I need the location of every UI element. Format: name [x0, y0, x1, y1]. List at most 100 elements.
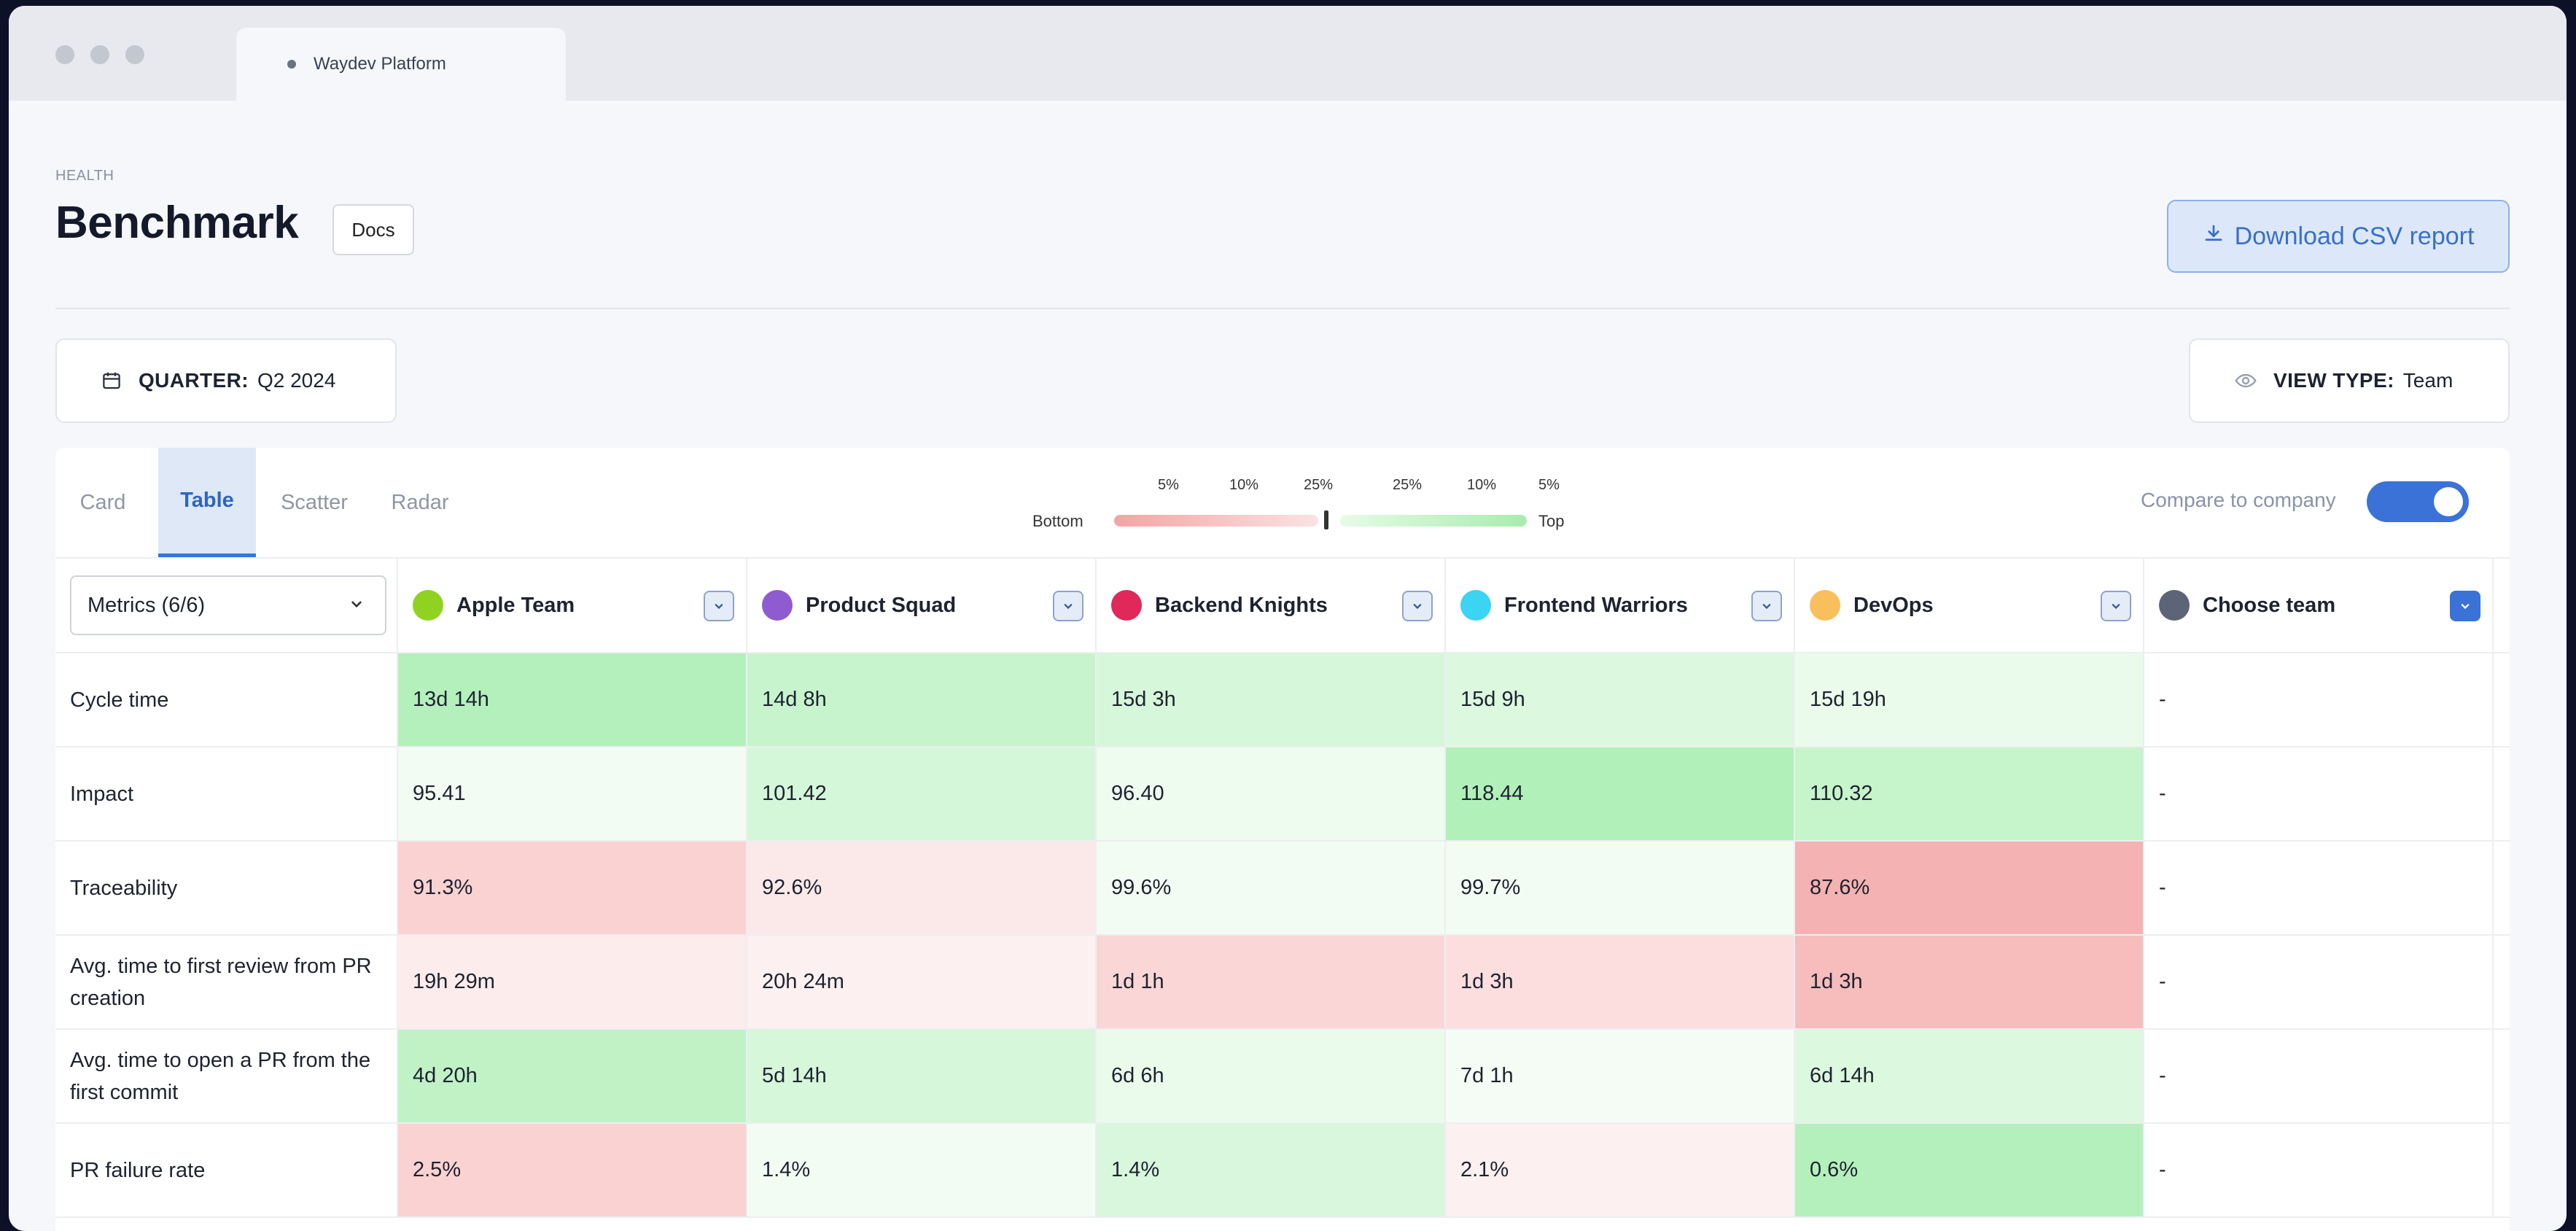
metric-value-cell: 0.6% [1795, 1124, 2144, 1216]
tab-scatter[interactable]: Scatter [267, 448, 362, 557]
metric-value: 87.6% [1810, 876, 1870, 899]
team-select-dropdown-button[interactable] [2450, 591, 2480, 621]
metric-value-cell: 96.40 [1097, 747, 1446, 840]
metric-value: 2.1% [1460, 1158, 1509, 1181]
chevron-down-icon [2461, 604, 2470, 610]
metric-name-cell: Traceability [55, 842, 398, 934]
legend-top-5: 5% [1538, 477, 1560, 493]
metric-value: - [2159, 876, 2166, 899]
team-name: Frontend Warriors [1504, 593, 1688, 617]
team-select-dropdown-button[interactable] [1751, 591, 1782, 621]
quarter-filter[interactable]: QUARTER: Q2 2024 [55, 338, 397, 423]
view-type-filter[interactable]: VIEW TYPE: Team [2189, 338, 2510, 423]
metric-label: Cycle time [70, 688, 169, 712]
window-control-minimize[interactable] [90, 45, 109, 64]
metric-value-cell: 13d 14h [398, 653, 747, 746]
compare-to-company-label: Compare to company [2141, 489, 2336, 511]
metric-value-cell: 118.44 [1446, 747, 1795, 840]
metric-value: 99.6% [1111, 876, 1172, 899]
team-header-frontend-warriors: Frontend Warriors [1446, 559, 1795, 652]
metric-value: 118.44 [1460, 782, 1524, 805]
metric-value: 19h 29m [413, 970, 495, 993]
tab-status-dot [287, 60, 296, 69]
metric-name-cell: Avg. time to open a PR from the first co… [55, 1030, 398, 1122]
header-divider [55, 308, 2510, 309]
metric-value: - [2159, 1158, 2166, 1181]
metrics-select-value: Metrics (6/6) [87, 593, 206, 617]
metric-value-cell: 1d 1h [1097, 936, 1446, 1028]
legend-bottom-25: 25% [1304, 477, 1334, 493]
team-select-dropdown-button[interactable] [2101, 591, 2131, 621]
team-color-dot [413, 590, 443, 621]
metric-value-cell: 99.6% [1097, 842, 1446, 934]
metric-value-cell: 99.7% [1446, 842, 1795, 934]
view-tabs-bar: Card Table Scatter Radar 5% 10% 25% 25% … [55, 448, 2510, 557]
quarter-label: QUARTER: [139, 369, 249, 392]
metric-value: - [2159, 1064, 2166, 1087]
team-name: DevOps [1853, 593, 1934, 617]
chevron-down-icon [1413, 604, 1422, 610]
team-header-choose-team: Choose team [2144, 559, 2494, 652]
metric-value: - [2159, 782, 2166, 805]
window-control-close[interactable] [55, 45, 74, 64]
metric-value-cell: 2.1% [1446, 1124, 1795, 1216]
metric-value-cell: 101.42 [747, 747, 1097, 840]
team-header-devops: DevOps [1795, 559, 2144, 652]
metric-value: 15d 19h [1810, 688, 1886, 711]
metric-value: 15d 9h [1460, 688, 1525, 711]
metric-value: 110.32 [1810, 782, 1873, 805]
metric-value: 5d 14h [762, 1064, 827, 1087]
metric-value: 91.3% [413, 876, 473, 899]
metric-value: 92.6% [762, 876, 822, 899]
team-name: Choose team [2203, 593, 2336, 617]
team-color-dot [1810, 590, 1840, 621]
tab-card[interactable]: Card [55, 448, 150, 557]
window-control-maximize[interactable] [125, 45, 144, 64]
tab-table[interactable]: Table [158, 448, 256, 557]
team-color-dot [2159, 590, 2190, 621]
table-row: Impact 95.41 101.42 96.40 118.44 110.32 - [55, 747, 2510, 842]
metric-value: 20h 24m [762, 970, 844, 993]
metric-value-cell: 87.6% [1795, 842, 2144, 934]
percentile-legend: 5% 10% 25% 25% 10% 5% Bottom Top [1032, 477, 1630, 535]
metric-value-cell: 92.6% [747, 842, 1097, 934]
toggle-knob [2434, 487, 2463, 516]
metrics-header-cell: Metrics (6/6) [55, 559, 398, 652]
tab-radar[interactable]: Radar [376, 448, 464, 557]
team-name: Backend Knights [1155, 593, 1328, 617]
team-select-dropdown-button[interactable] [1402, 591, 1433, 621]
metric-value: 95.41 [413, 782, 466, 805]
team-select-dropdown-button[interactable] [704, 591, 734, 621]
team-header-backend-knights: Backend Knights [1097, 559, 1446, 652]
view-type-label: VIEW TYPE: [2273, 369, 2394, 392]
metric-label: Avg. time to first review from PR creati… [70, 954, 372, 1010]
compare-to-company-toggle[interactable] [2367, 481, 2469, 522]
metrics-select[interactable]: Metrics (6/6) [70, 575, 386, 635]
browser-titlebar: Waydev Platform [9, 6, 2567, 101]
metric-value: 1d 3h [1460, 970, 1514, 993]
table-row: PR failure rate 2.5% 1.4% 1.4% 2.1% 0.6% - [55, 1124, 2510, 1218]
team-select-dropdown-button[interactable] [1053, 591, 1083, 621]
team-header-apple-team: Apple Team [398, 559, 747, 652]
chevron-down-icon [1064, 604, 1073, 610]
table-row: Traceability 91.3% 92.6% 99.6% 99.7% 87.6% - [55, 842, 2510, 936]
metric-value-cell: 15d 19h [1795, 653, 2144, 746]
team-name: Apple Team [456, 593, 575, 617]
download-icon [2203, 222, 2225, 251]
metric-label: Impact [70, 782, 134, 806]
browser-tab[interactable]: Waydev Platform [236, 28, 566, 101]
metric-value-cell: - [2144, 1124, 2494, 1216]
metric-name-cell: Avg. time to first review from PR creati… [55, 936, 398, 1028]
docs-button[interactable]: Docs [332, 204, 414, 255]
metric-value: 4d 20h [413, 1064, 478, 1087]
page-title: Benchmark [55, 198, 299, 248]
metric-value: 1.4% [1111, 1158, 1160, 1181]
download-csv-button[interactable]: Download CSV report [2167, 200, 2510, 273]
metric-value-cell: 110.32 [1795, 747, 2144, 840]
metric-label: Traceability [70, 876, 178, 900]
team-header-product-squad: Product Squad [747, 559, 1097, 652]
table-row: Avg. time to first review from PR creati… [55, 936, 2510, 1030]
browser-window: Waydev Platform HEALTH Benchmark Docs Do… [9, 6, 2567, 1231]
table-row: Avg. time to open a PR from the first co… [55, 1030, 2510, 1124]
legend-bottom-label: Bottom [1032, 512, 1083, 530]
